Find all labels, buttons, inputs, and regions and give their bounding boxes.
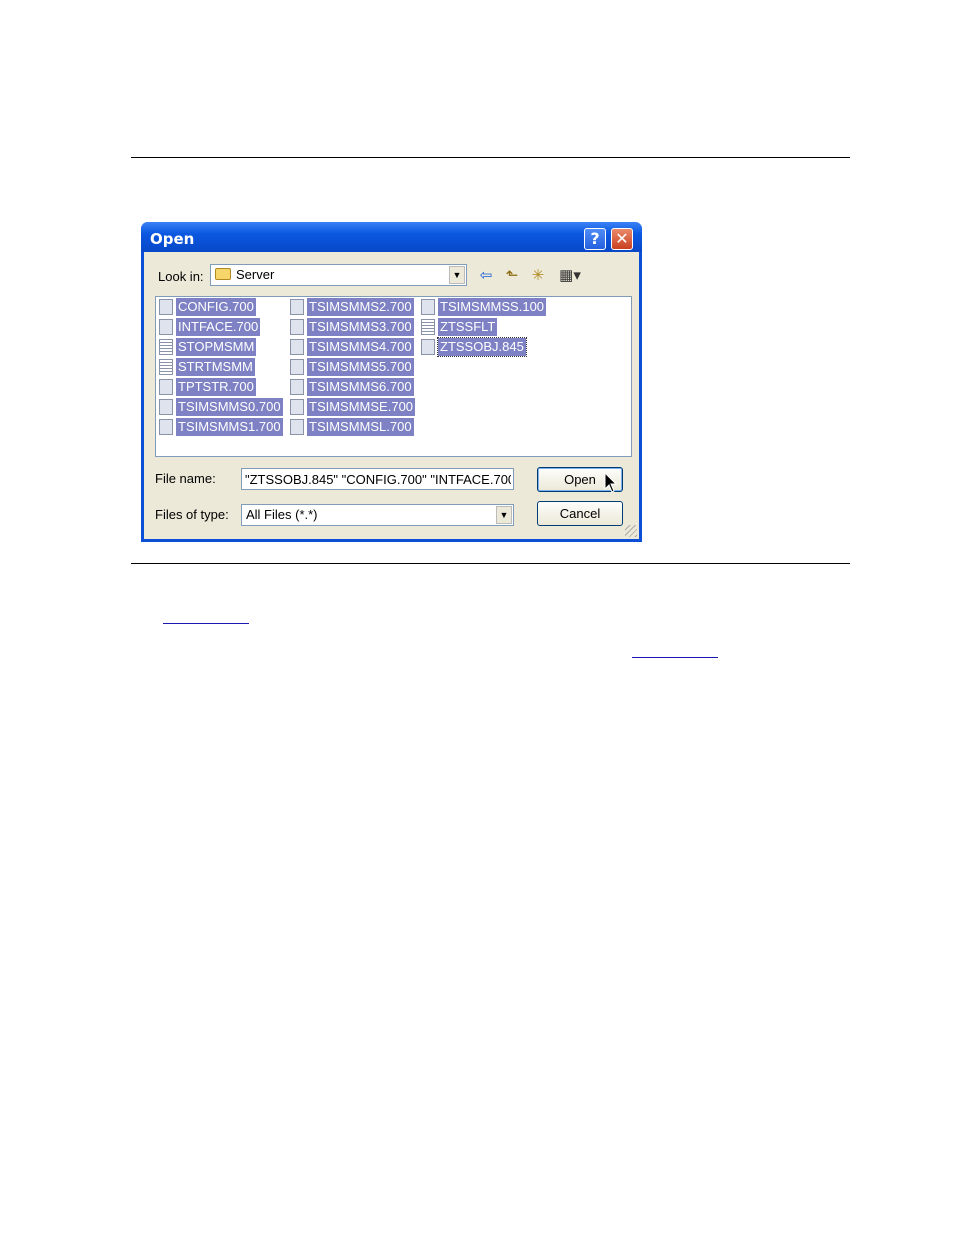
dll-file-icon: [159, 319, 173, 335]
file-name-input[interactable]: "ZTSSOBJ.845" "CONFIG.700" "INTFACE.700: [241, 468, 514, 490]
back-icon[interactable]: ⇦: [475, 265, 497, 287]
text-file-icon: [159, 339, 173, 355]
dll-file-icon: [421, 299, 435, 315]
dll-file-icon: [290, 359, 304, 375]
files-of-type-value: All Files (*.*): [246, 507, 318, 522]
dll-file-icon: [421, 339, 435, 355]
text-file-icon: [421, 319, 435, 335]
look-in-combo[interactable]: Server ▼: [210, 264, 467, 286]
files-of-type-label: Files of type:: [155, 507, 229, 522]
files-of-type-select[interactable]: All Files (*.*) ▼: [241, 504, 514, 526]
file-list[interactable]: CONFIG.700 INTFACE.700 STOPMSMM STRTMSMM…: [155, 296, 632, 457]
dll-file-icon: [290, 299, 304, 315]
dll-file-icon: [159, 399, 173, 415]
dll-file-icon: [290, 399, 304, 415]
resize-grip-icon[interactable]: [625, 525, 637, 537]
up-folder-icon[interactable]: ⬑: [501, 265, 523, 287]
dll-file-icon: [290, 379, 304, 395]
dll-file-icon: [159, 379, 173, 395]
text-file-icon: [159, 359, 173, 375]
file-name-value: "ZTSSOBJ.845" "CONFIG.700" "INTFACE.700: [245, 472, 511, 487]
dialog-client-area: Look in: Server ▼ ⇦ ⬑ ✳ ▦▾ CONFIG.700 IN…: [144, 252, 639, 539]
file-name-label: File name:: [155, 471, 216, 486]
folder-icon: [215, 268, 231, 280]
close-button[interactable]: ✕: [611, 228, 633, 250]
look-in-label: Look in:: [158, 269, 204, 284]
hyperlink-underline-1[interactable]: [163, 623, 249, 624]
horizontal-rule-top: [131, 157, 850, 158]
hyperlink-underline-2[interactable]: [632, 657, 718, 658]
dialog-title: Open: [150, 230, 195, 248]
dll-file-icon: [290, 319, 304, 335]
cancel-button[interactable]: Cancel: [537, 501, 623, 526]
help-button[interactable]: ?: [584, 228, 606, 250]
dll-file-icon: [159, 419, 173, 435]
view-menu-icon[interactable]: ▦▾: [555, 265, 585, 287]
look-in-value: Server: [215, 267, 274, 282]
title-bar[interactable]: Open ? ✕: [141, 222, 642, 252]
dll-file-icon: [290, 419, 304, 435]
new-folder-icon[interactable]: ✳: [527, 265, 549, 287]
dll-file-icon: [290, 339, 304, 355]
horizontal-rule-bottom: [131, 563, 850, 564]
dll-file-icon: [159, 299, 173, 315]
open-dialog: Open ? ✕ Look in: Server ▼ ⇦ ⬑ ✳ ▦▾ CONF…: [141, 222, 642, 542]
mouse-pointer-icon: [604, 472, 618, 493]
chevron-down-icon[interactable]: ▼: [449, 266, 465, 284]
chevron-down-icon[interactable]: ▼: [496, 506, 512, 524]
